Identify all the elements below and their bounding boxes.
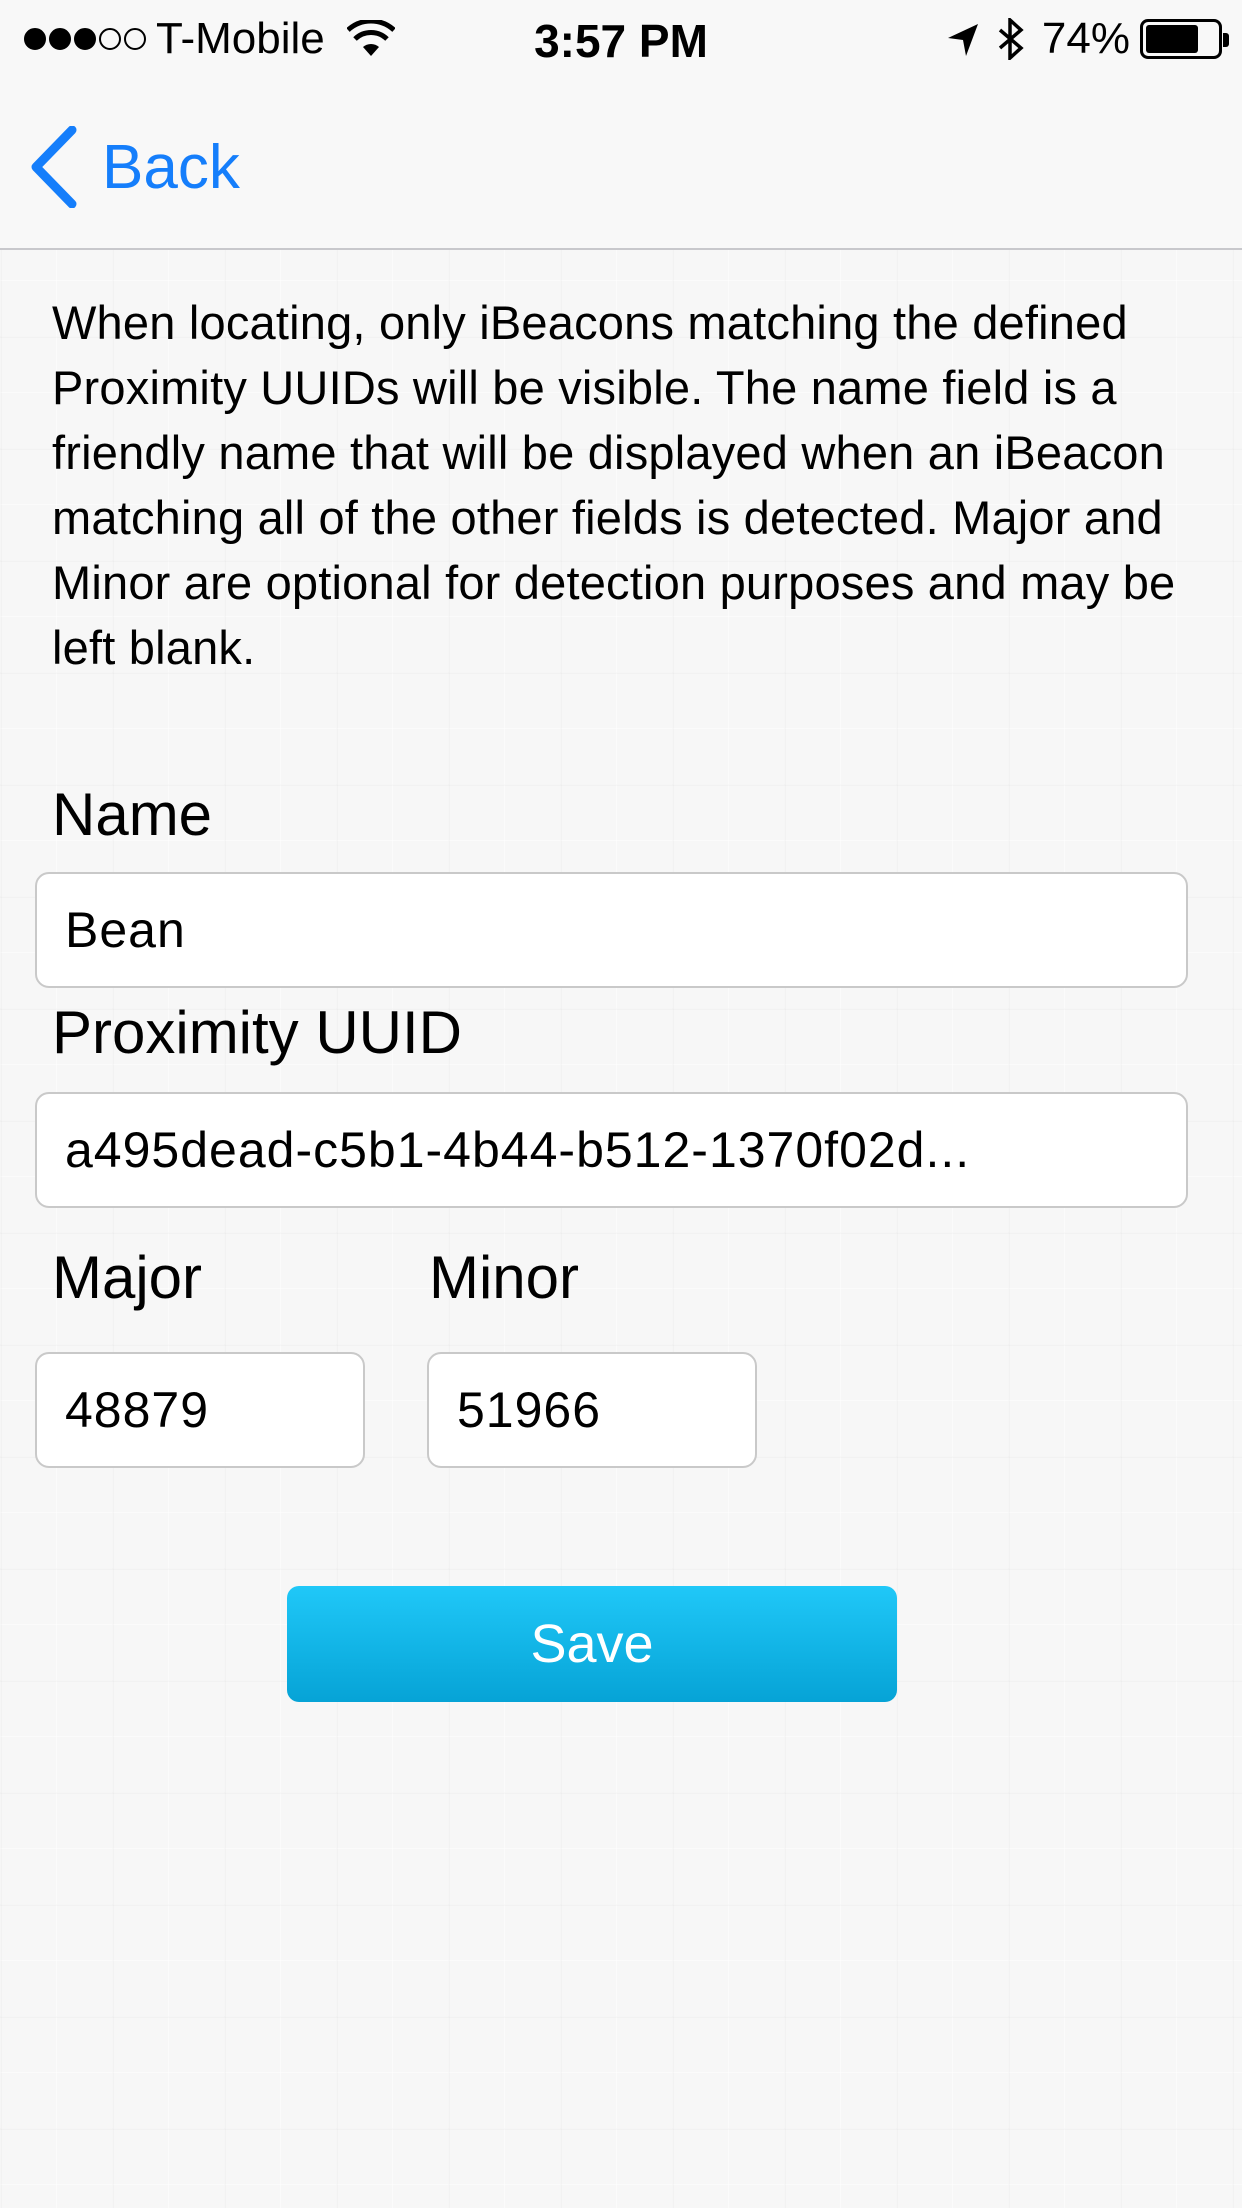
battery-fill: [1146, 25, 1198, 53]
status-right: 74%: [946, 14, 1229, 64]
navigation-bar: Back: [0, 84, 1242, 250]
save-button[interactable]: Save: [287, 1586, 897, 1702]
battery-percent: 74%: [1041, 14, 1130, 63]
minor-value: 51966: [457, 1382, 602, 1438]
status-bar: T-Mobile 3:57 PM 74%: [0, 0, 1242, 84]
name-value: Bean: [65, 902, 186, 958]
proximity-uuid-field[interactable]: a495dead-c5b1-4b44-b512-1370f02d...: [35, 1092, 1188, 1208]
major-value: 48879: [65, 1382, 210, 1438]
description-text: When locating, only iBeacons matching th…: [52, 296, 1176, 674]
back-label: Back: [102, 132, 240, 202]
major-label: Major: [52, 1244, 203, 1311]
chevron-left-icon: [31, 126, 77, 208]
name-label: Name: [52, 781, 213, 848]
back-button[interactable]: Back: [30, 122, 240, 212]
name-field[interactable]: Bean: [35, 872, 1188, 988]
minor-label: Minor: [429, 1244, 580, 1311]
proximity-uuid-value: a495dead-c5b1-4b44-b512-1370f02d...: [65, 1122, 971, 1178]
major-field[interactable]: 48879: [35, 1352, 365, 1468]
battery-tip: [1223, 33, 1229, 47]
bluetooth-icon: [998, 18, 1024, 60]
battery-icon: [1140, 19, 1229, 59]
minor-field[interactable]: 51966: [427, 1352, 757, 1468]
location-arrow-icon: [947, 24, 978, 56]
proximity-uuid-label: Proximity UUID: [52, 999, 463, 1066]
